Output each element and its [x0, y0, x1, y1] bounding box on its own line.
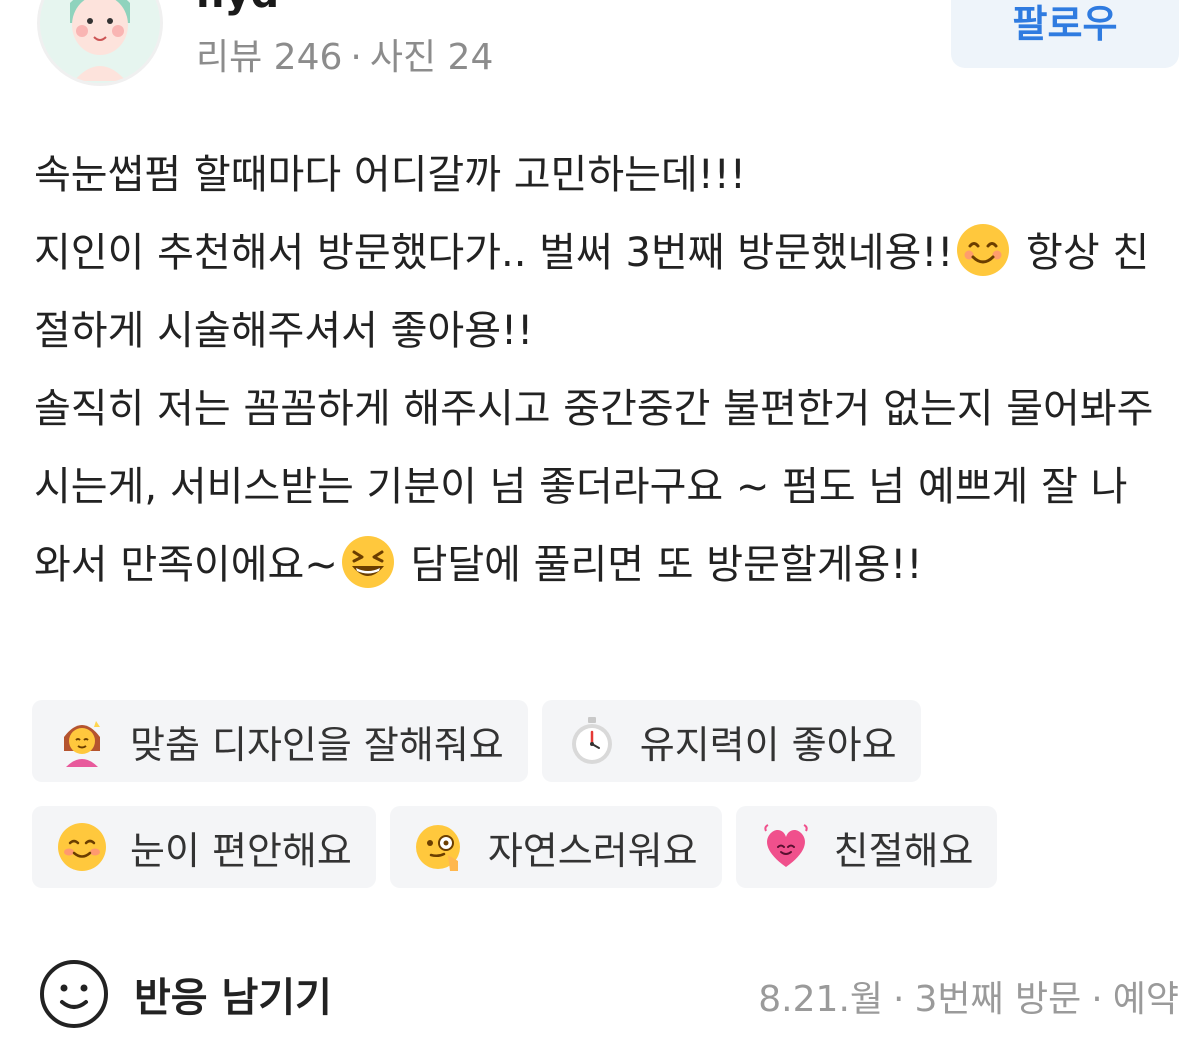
review-line: 지인이 추천해서 방문했다가.. 벌써 3번째 방문했네용!! 항상 친절하게 … — [34, 214, 1164, 370]
pink-heart-icon — [763, 824, 808, 867]
tag-comfortable-eyes[interactable]: 눈이 편안해요 — [32, 806, 376, 888]
leave-reaction-button[interactable]: 반응 남기기 — [38, 958, 332, 1030]
tag-row: 맞춤 디자인을 잘해줘요 유지력이 좋아요 — [32, 700, 1172, 782]
smiling-face-icon — [957, 224, 1010, 276]
review-text: 속눈썹펌 할때마다 어디갈까 고민하는데!!! 지인이 추천해서 방문했다가..… — [34, 136, 1164, 604]
grinning-squinting-face-icon — [341, 536, 394, 588]
tag-friendly[interactable]: 친절해요 — [735, 806, 998, 888]
stopwatch-icon — [571, 717, 612, 764]
profile-header: nyd 리뷰 246·사진 24 팔로우 — [0, 0, 1179, 110]
photo-count: 사진 24 — [369, 37, 494, 78]
smiley-outline-icon — [40, 960, 108, 1028]
review-line: 속눈썹펌 할때마다 어디갈까 고민하는데!!! — [34, 152, 746, 198]
visit-info: 8.21.월 · 3번째 방문 · 예약 — [758, 970, 1179, 1022]
review-count: 리뷰 246 — [196, 37, 343, 78]
username[interactable]: nyd — [196, 0, 279, 14]
tag-label: 자연스러워요 — [487, 828, 698, 873]
avatar-character-icon — [40, 0, 160, 83]
smiling-face-icon — [58, 823, 106, 871]
tag-label: 눈이 편안해요 — [130, 828, 352, 873]
keyword-tags: 맞춤 디자인을 잘해줘요 유지력이 좋아요 눈이 편안해요 자연스러워요 친절해… — [32, 700, 1172, 912]
tag-row: 눈이 편안해요 자연스러워요 친절해요 — [32, 806, 1172, 888]
tag-custom-design[interactable]: 맞춤 디자인을 잘해줘요 — [32, 700, 528, 782]
tag-label: 유지력이 좋아요 — [639, 722, 897, 767]
leave-reaction-label: 반응 남기기 — [134, 975, 332, 1021]
separator-dot: · — [1091, 979, 1103, 1020]
visit-method: 예약 — [1112, 979, 1179, 1020]
tag-natural[interactable]: 자연스러워요 — [389, 806, 722, 888]
profile-stats: 리뷰 246 · 사진 24 — [196, 36, 493, 80]
separator-dot: · — [893, 979, 905, 1020]
visit-count: 3번째 방문 — [914, 979, 1082, 1020]
avatar[interactable] — [37, 0, 163, 86]
tag-long-lasting[interactable]: 유지력이 좋아요 — [541, 700, 921, 782]
review-footer: 반응 남기기 8.21.월 · 3번째 방문 · 예약 — [0, 950, 1179, 1040]
visit-date: 8.21.월 — [758, 979, 884, 1020]
review-line: 솔직히 저는 꼼꼼하게 해주시고 중간중간 불편한거 없는지 물어봐주시는게, … — [34, 386, 1154, 588]
tag-label: 친절해요 — [833, 828, 974, 873]
follow-button[interactable]: 팔로우 — [951, 0, 1179, 68]
separator-dot: · — [350, 37, 362, 78]
woman-getting-haircut-icon — [64, 721, 100, 767]
face-with-monocle-icon — [415, 825, 460, 871]
tag-label: 맞춤 디자인을 잘해줘요 — [130, 722, 504, 767]
